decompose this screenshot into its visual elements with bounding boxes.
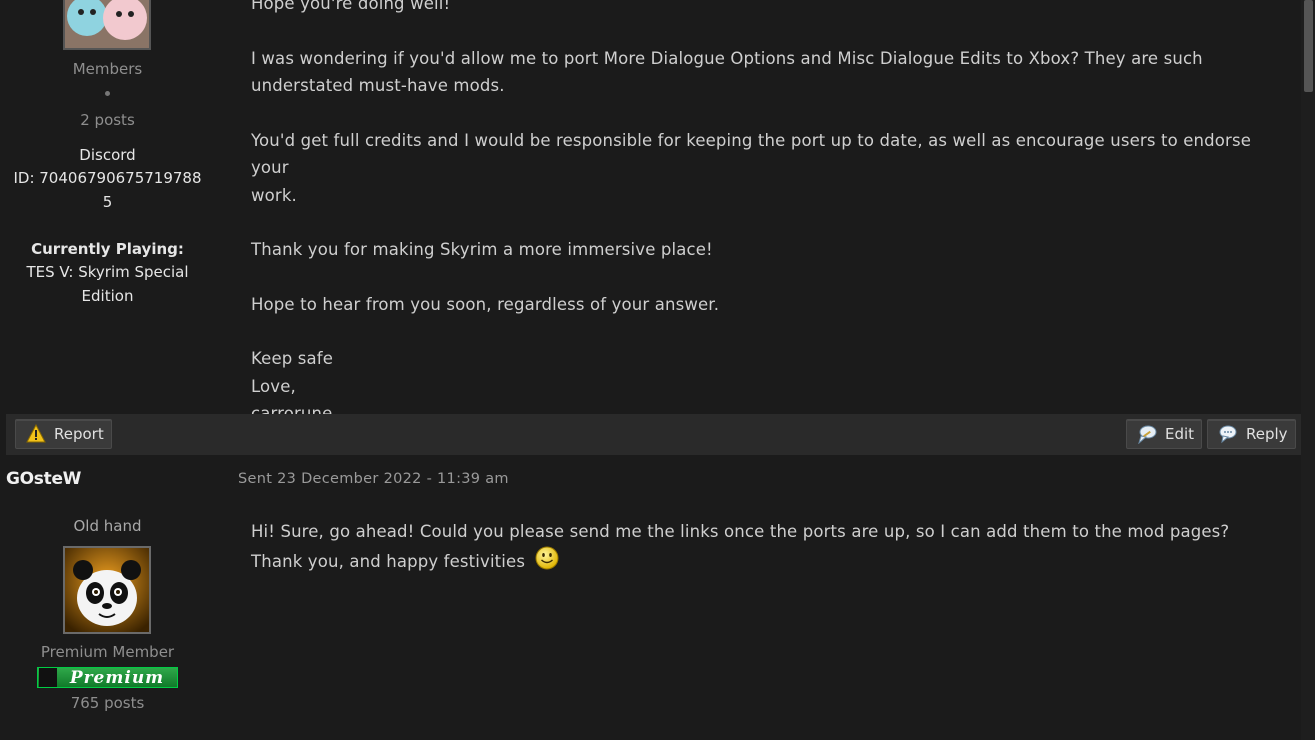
speech-bubble-reply-icon [1218, 424, 1238, 444]
discord-id: ID: 70406790675719788 [13, 169, 202, 187]
premium-badge-label: Premium [69, 667, 165, 688]
sent-timestamp: Sent 23 December 2022 - 11:39 am [238, 471, 509, 487]
reply-label: Reply [1246, 425, 1288, 443]
message-text: Thank you, and happy festivities [251, 551, 526, 571]
scrollbar[interactable] [1301, 0, 1315, 740]
discord-label: Discord [79, 146, 136, 164]
reply-button[interactable]: Reply [1207, 419, 1296, 449]
message-line: work. [251, 185, 297, 205]
message-line: understated must-have mods. [251, 76, 505, 95]
currently-playing-game: TES V: Skyrim Special [26, 263, 189, 281]
warning-icon [26, 423, 46, 444]
post-count: 2 posts [80, 111, 135, 129]
user-group: Premium Member [40, 643, 175, 661]
rank-pip [105, 91, 110, 96]
user-rank: Old hand [73, 517, 142, 535]
message-line: Thank you, and happy festivities [251, 546, 1291, 579]
message-line: Hi! Sure, go ahead! Could you please sen… [251, 522, 1230, 541]
author-name[interactable]: GOsteW [6, 469, 81, 489]
edit-button[interactable]: Edit [1126, 419, 1202, 449]
currently-playing-game-continued: Edition [81, 287, 134, 305]
scrollbar-thumb[interactable] [1304, 0, 1313, 92]
post-count: 765 posts [70, 694, 145, 712]
message-line: Thank you for making Skyrim a more immer… [251, 240, 713, 259]
avatar[interactable] [63, 0, 151, 50]
smiley-icon [535, 546, 559, 579]
user-group: Members [72, 60, 143, 78]
edit-label: Edit [1165, 425, 1195, 443]
message-line: I was wondering if you'd allow me to por… [251, 48, 1203, 68]
message-line: Love, [251, 376, 296, 396]
speech-bubble-edit-icon [1137, 424, 1157, 445]
currently-playing-label: Currently Playing: [31, 240, 184, 258]
message-body: Hope you're doing well! I was wondering … [251, 0, 1291, 428]
message-line: Keep safe [251, 349, 334, 368]
report-label: Report [54, 425, 104, 443]
discord-id-continued: 5 [102, 193, 113, 211]
message-line: You'd get full credits and I would be re… [251, 130, 1251, 178]
message-line: Hope to hear from you soon, regardless o… [251, 294, 720, 314]
post-action-bar: Report Edit Reply [6, 414, 1301, 455]
premium-badge: Premium [37, 667, 178, 688]
message-body: Hi! Sure, go ahead! Could you please sen… [251, 518, 1291, 578]
message-line: Hope you're doing well! [251, 0, 451, 13]
avatar[interactable] [63, 546, 151, 634]
badge-icon [39, 668, 57, 687]
report-button[interactable]: Report [15, 419, 112, 449]
